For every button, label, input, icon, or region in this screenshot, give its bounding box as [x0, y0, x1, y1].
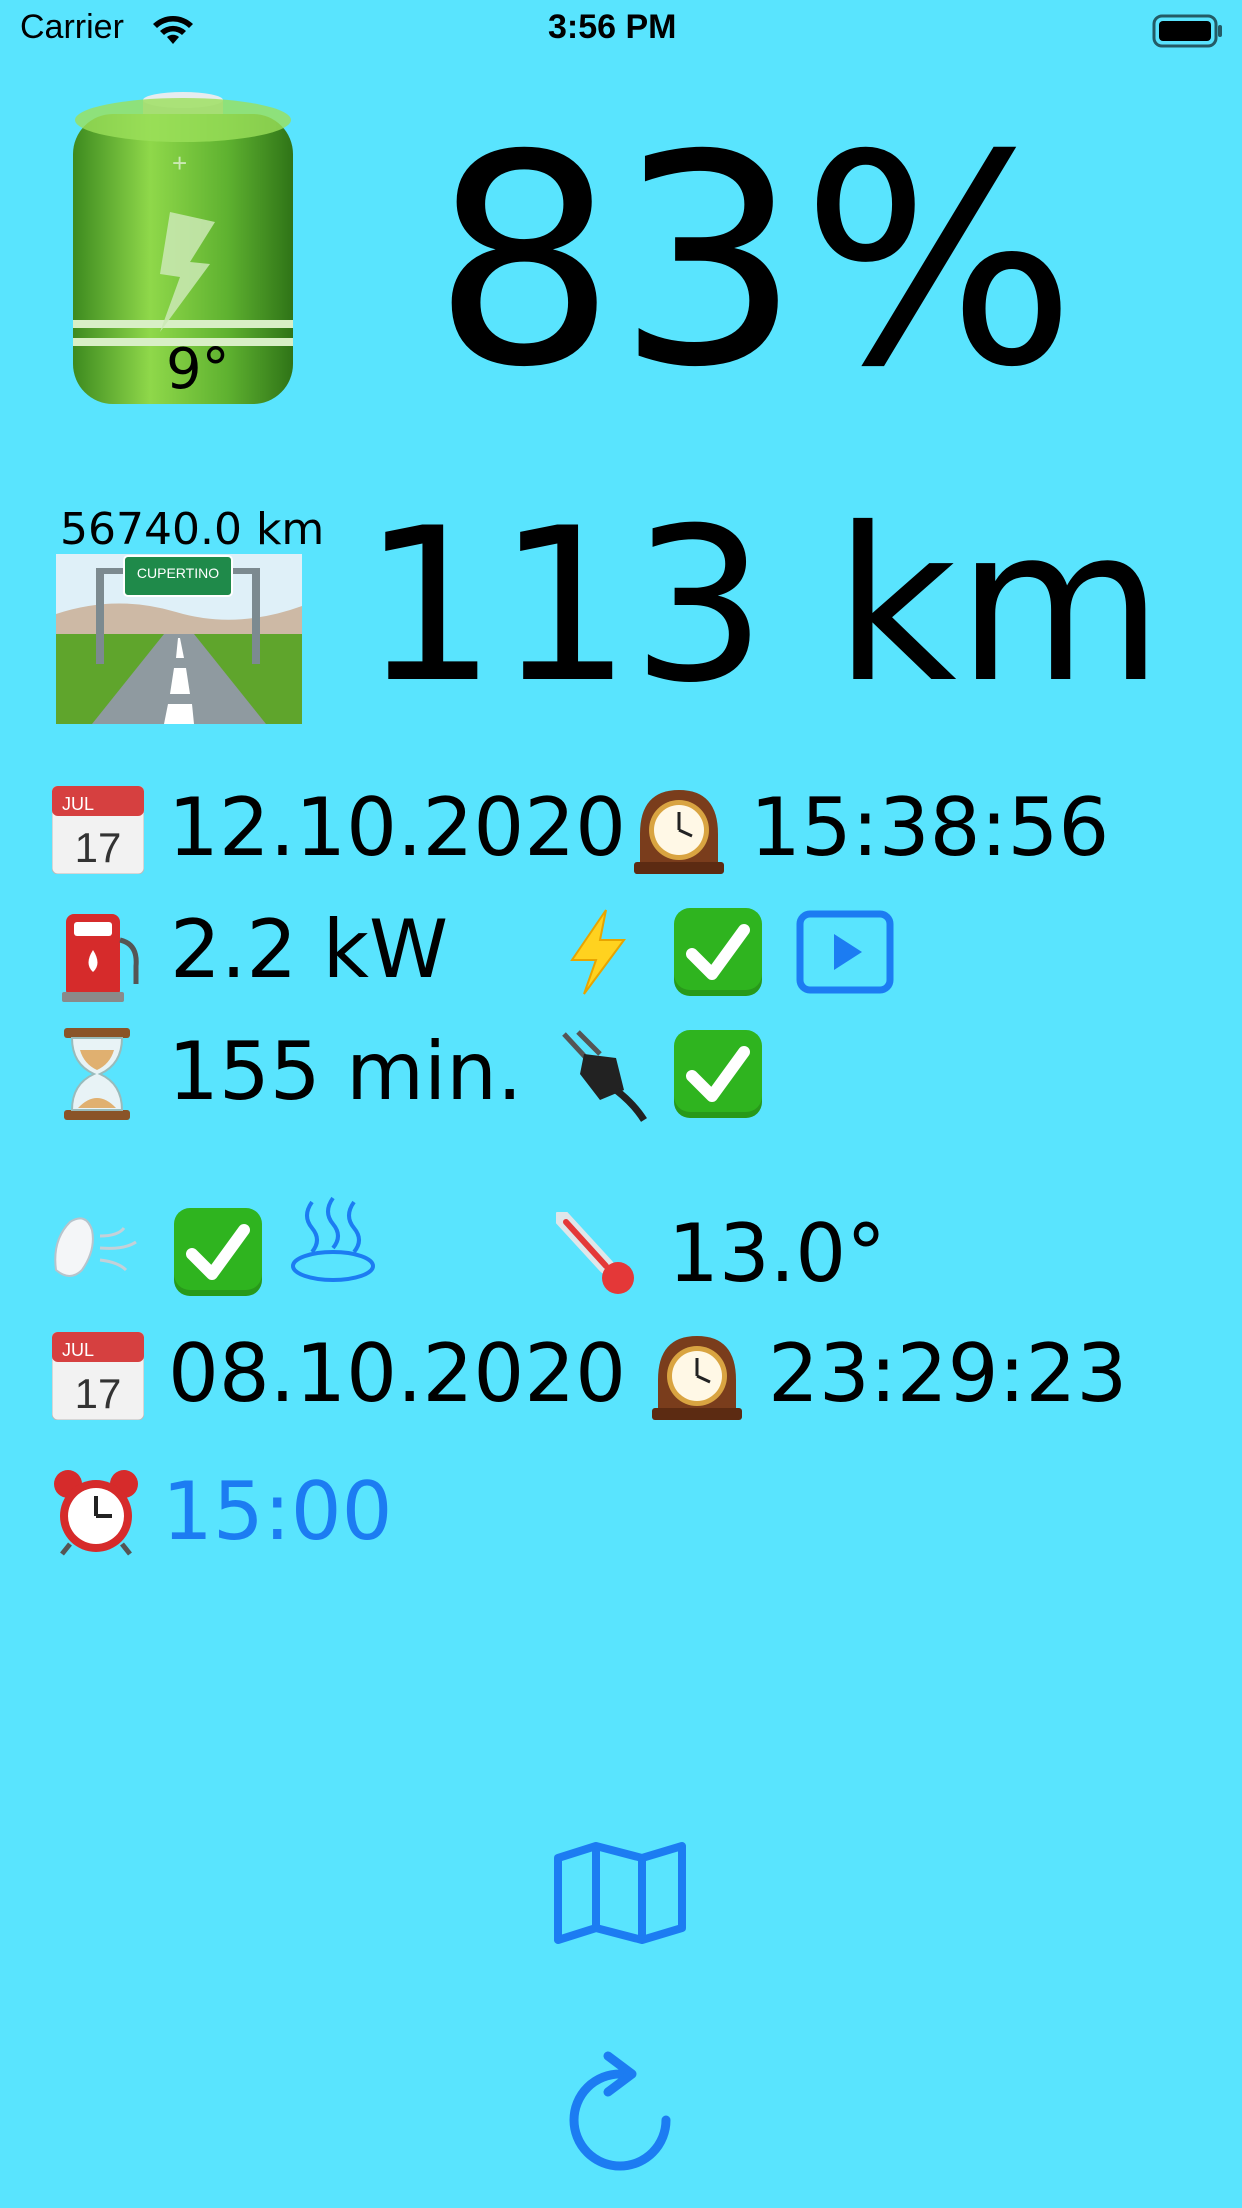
odometer-label: 56740.0 km [60, 504, 325, 555]
mantelpiece-clock-icon [632, 784, 726, 881]
refresh-button[interactable] [562, 2050, 678, 2185]
svg-text:+: + [172, 148, 187, 178]
range-value: 113 km [362, 482, 1164, 729]
sign-text: CUPERTINO [137, 565, 219, 581]
charging-remaining: 155 min. [168, 1025, 523, 1118]
wind-face-icon [52, 1210, 140, 1291]
climate-update-time: 23:29:23 [768, 1327, 1128, 1420]
climate-check-icon [174, 1208, 262, 1296]
status-time: 3:56 PM [548, 8, 677, 46]
svg-text:17: 17 [75, 824, 122, 871]
heating-icon [290, 1196, 376, 1289]
charging-power: 2.2 kW [170, 903, 449, 996]
outside-temperature: 13.0° [668, 1207, 887, 1300]
climate-update-date: 08.10.2020 [168, 1327, 627, 1420]
play-button[interactable] [796, 910, 894, 999]
update-date: 12.10.2020 [168, 781, 627, 874]
battery-percent: 83% [432, 94, 1077, 431]
plugged-check-icon [674, 1030, 762, 1118]
svg-text:17: 17 [75, 1370, 122, 1417]
motorway-icon: CUPERTINO [56, 554, 302, 729]
calendar-icon: JUL 17 [51, 785, 145, 879]
thermometer-icon [554, 1210, 644, 1301]
alarm-clock-icon [50, 1468, 142, 1561]
plug-icon [554, 1030, 650, 1127]
wifi-icon [152, 14, 194, 51]
battery-temperature: 9° [166, 337, 230, 402]
svg-text:JUL: JUL [62, 794, 94, 814]
mantelpiece-clock-icon [650, 1330, 744, 1427]
calendar-icon: JUL 17 [51, 1331, 145, 1425]
lightning-icon [566, 908, 630, 1001]
battery-status-icon [1152, 14, 1224, 48]
map-button[interactable] [552, 1840, 688, 1951]
svg-text:JUL: JUL [62, 1340, 94, 1360]
charging-check-icon [674, 908, 762, 996]
carrier-label: Carrier [20, 8, 124, 46]
fuel-pump-icon [62, 910, 144, 1007]
update-time: 15:38:56 [750, 781, 1110, 874]
hourglass-icon [64, 1028, 130, 1125]
timer-time[interactable]: 15:00 [162, 1472, 393, 1552]
